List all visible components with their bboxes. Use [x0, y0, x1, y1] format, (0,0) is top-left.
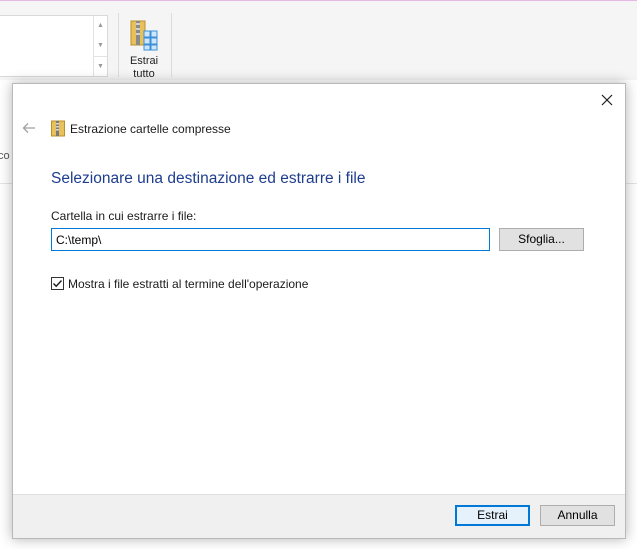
screen: co ▲ ▼ ▼ Estrai tutto Estrazione cartell… [0, 0, 637, 549]
extract-all-label-line2: tutto [133, 68, 155, 80]
scroll-down-icon[interactable]: ▼ [94, 36, 107, 56]
extract-compressed-folders-dialog: Estrazione cartelle compresse Selezionar… [12, 83, 626, 539]
extract-zip-icon [130, 20, 158, 51]
browse-button[interactable]: Sfoglia... [499, 228, 584, 251]
close-button[interactable] [595, 88, 619, 112]
extract-all-label-line1: Estrai [129, 55, 159, 67]
back-arrow-icon [22, 123, 35, 133]
explorer-ribbon: ▲ ▼ ▼ Estrai tutto [0, 0, 637, 80]
destination-label: Cartella in cui estrarre i file: [51, 209, 197, 223]
ribbon-gallery[interactable]: ▲ ▼ ▼ [0, 15, 108, 77]
show-extracted-files-checkbox[interactable] [51, 277, 64, 290]
back-button[interactable] [21, 120, 37, 136]
instruction-heading: Selezionare una destinazione ed estrarre… [51, 170, 366, 187]
extract-button[interactable]: Estrai [455, 505, 530, 526]
expand-gallery-icon[interactable]: ▼ [94, 56, 107, 77]
cancel-button[interactable]: Annulla [540, 505, 615, 526]
destination-input[interactable] [51, 228, 490, 251]
show-extracted-files-label[interactable]: Mostra i file estratti al termine dell'o… [68, 277, 308, 291]
dialog-title: Estrazione cartelle compresse [70, 122, 231, 136]
show-extracted-files-option[interactable]: Mostra i file estratti al termine dell'o… [51, 276, 308, 291]
ribbon-separator [171, 13, 172, 77]
ribbon-separator [118, 13, 119, 77]
extract-all-button[interactable]: Estrai tutto [122, 15, 166, 81]
extract-all-label: Estrai tutto [122, 55, 166, 81]
ribbon-gallery-scrollbar[interactable]: ▲ ▼ ▼ [93, 16, 107, 76]
explorer-partial-text: co [0, 150, 10, 162]
zip-folder-icon [51, 120, 65, 137]
dialog-footer: Estrai Annulla [13, 494, 625, 538]
checkmark-icon [53, 280, 63, 288]
scroll-up-icon[interactable]: ▲ [94, 16, 107, 36]
close-icon [601, 94, 613, 106]
